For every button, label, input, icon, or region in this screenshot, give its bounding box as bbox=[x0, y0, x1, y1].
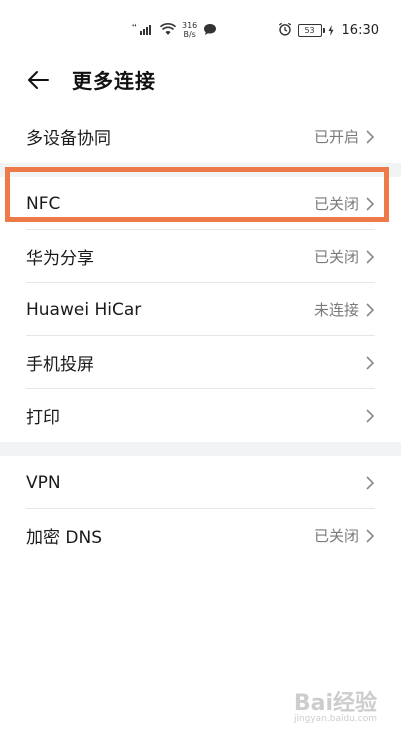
setting-row-multi-device[interactable]: 多设备协同 已开启 bbox=[26, 110, 375, 163]
alarm-icon bbox=[278, 21, 292, 40]
settings-group-collaboration: 多设备协同 已开启 bbox=[0, 110, 401, 163]
setting-row-vpn[interactable]: VPN bbox=[26, 456, 375, 509]
settings-group-network: VPN 加密 DNS 已关闭 bbox=[0, 456, 401, 562]
net-speed: 316 B/s bbox=[182, 21, 197, 39]
setting-label: VPN bbox=[26, 472, 61, 493]
setting-label: 手机投屏 bbox=[26, 355, 94, 375]
setting-row-hicar[interactable]: Huawei HiCar 未连接 bbox=[26, 283, 375, 336]
group-divider bbox=[0, 442, 401, 456]
net-speed-value: 316 bbox=[182, 21, 198, 30]
setting-status: 已关闭 bbox=[313, 527, 359, 545]
setting-status: 已开启 bbox=[313, 128, 359, 146]
setting-status: 已关闭 bbox=[313, 195, 359, 213]
setting-label: 多设备协同 bbox=[26, 129, 111, 149]
chevron-right-icon bbox=[366, 528, 375, 543]
status-icons-center: ❛❛ 316 B/s bbox=[132, 18, 217, 42]
chevron-right-icon bbox=[366, 129, 375, 144]
back-button[interactable] bbox=[24, 66, 52, 94]
setting-row-screen-projection[interactable]: 手机投屏 bbox=[26, 336, 375, 389]
charging-icon bbox=[328, 21, 334, 40]
wifi-icon bbox=[159, 21, 177, 40]
watermark-subtext: jingyan.baidu.com bbox=[293, 714, 377, 724]
setting-row-huawei-share[interactable]: 华为分享 已关闭 bbox=[26, 230, 375, 283]
setting-row-encrypted-dns[interactable]: 加密 DNS 已关闭 bbox=[26, 509, 375, 562]
net-speed-unit: B/s bbox=[183, 30, 196, 39]
setting-row-nfc[interactable]: NFC 已关闭 bbox=[26, 177, 375, 230]
message-icon bbox=[203, 21, 217, 40]
setting-label: 打印 bbox=[26, 408, 60, 428]
setting-label: 加密 DNS bbox=[26, 528, 103, 548]
status-icons-right: 53 16:30 bbox=[278, 18, 379, 42]
setting-label: Huawei HiCar bbox=[26, 299, 142, 320]
chevron-right-icon bbox=[366, 475, 375, 490]
setting-label: NFC bbox=[26, 193, 61, 214]
status-bar: ❛❛ 316 B/s 53 16:30 bbox=[0, 0, 401, 58]
setting-status: 未连接 bbox=[313, 301, 359, 319]
hd-signal-icon: ❛❛ bbox=[132, 21, 154, 40]
page-header: 更多连接 bbox=[0, 58, 401, 102]
battery-indicator: 53 bbox=[297, 23, 325, 37]
page-title: 更多连接 bbox=[72, 69, 156, 93]
settings-group-connections: NFC 已关闭 华为分享 已关闭 Huawei HiCar 未连接 手机投屏 打… bbox=[0, 177, 401, 442]
chevron-right-icon bbox=[366, 302, 375, 317]
group-divider bbox=[0, 163, 401, 177]
setting-label: 华为分享 bbox=[26, 249, 94, 269]
settings-list: 多设备协同 已开启 NFC 已关闭 华为分享 已关闭 Huawei HiCar bbox=[0, 110, 401, 562]
chevron-right-icon bbox=[366, 249, 375, 264]
chevron-right-icon bbox=[366, 196, 375, 211]
setting-status: 已关闭 bbox=[313, 248, 359, 266]
svg-text:❛❛: ❛❛ bbox=[132, 23, 137, 31]
chevron-right-icon bbox=[366, 355, 375, 370]
setting-row-print[interactable]: 打印 bbox=[26, 389, 375, 442]
status-time: 16:30 bbox=[341, 22, 379, 38]
back-arrow-icon bbox=[28, 71, 49, 89]
battery-level: 53 bbox=[304, 25, 315, 35]
chevron-right-icon bbox=[366, 408, 375, 423]
watermark-logo: Bai经验 jingyan.baidu.com bbox=[293, 693, 377, 725]
